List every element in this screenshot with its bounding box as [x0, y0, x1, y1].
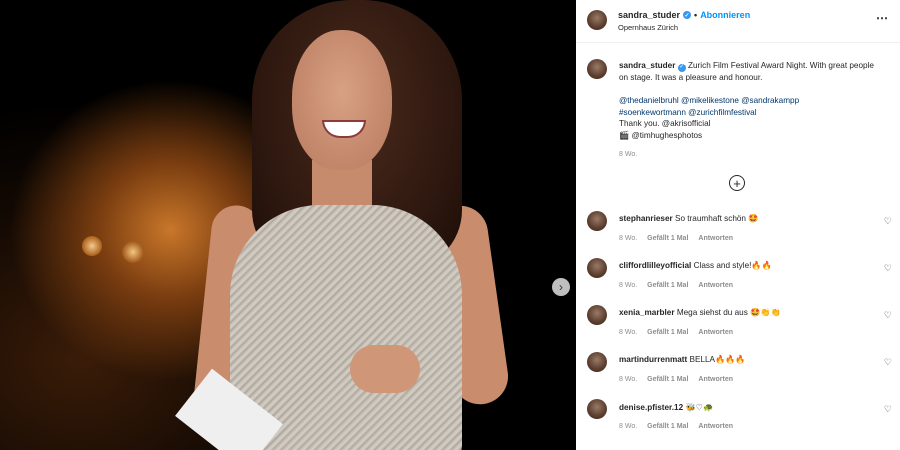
comment-text: BELLA🔥🔥🔥: [689, 355, 746, 364]
verified-badge-icon: ✓: [677, 63, 686, 72]
caption-photo-credit: 🎬 @timhughesphotos: [619, 130, 703, 140]
comment-time: 8 Wo.: [619, 329, 638, 336]
more-options-icon[interactable]: ⋯: [876, 11, 888, 25]
avatar[interactable]: [587, 258, 607, 278]
reply-button[interactable]: Antworten: [698, 235, 733, 242]
comment-likes[interactable]: Gefällt 1 Mal: [647, 423, 688, 430]
comment-text: So traumhaft schön 🤩: [674, 214, 759, 223]
comment-username[interactable]: denise.pfister.12: [619, 403, 683, 412]
verified-badge-icon: ✓: [683, 11, 692, 19]
comment-list: stephanrieser So traumhaft schön 🤩 8 Wo.…: [576, 202, 900, 437]
avatar[interactable]: [587, 305, 607, 325]
caption-username[interactable]: sandra_studer: [619, 61, 675, 70]
comment-item: stephanrieser So traumhaft schön 🤩 8 Wo.…: [576, 202, 900, 249]
post-timestamp[interactable]: 8 Wo.: [619, 151, 637, 158]
avatar[interactable]: [587, 59, 607, 79]
reply-button[interactable]: Antworten: [698, 376, 733, 383]
comment-username[interactable]: stephanrieser: [619, 214, 673, 223]
post-caption: sandra_studer ✓ Zurich Film Festival Awa…: [576, 43, 900, 169]
comment-text: Class and style!🔥🔥: [693, 261, 772, 270]
next-photo-button[interactable]: ›: [552, 278, 570, 296]
comment-item: denise.pfister.12 🐝♡🐢 8 Wo. Gefällt 1 Mal…: [576, 390, 900, 437]
avatar[interactable]: [587, 211, 607, 231]
comment-item: martindurrenmatt BELLA🔥🔥🔥 8 Wo. Gefällt 1…: [576, 343, 900, 390]
comment-likes[interactable]: Gefällt 1 Mal: [647, 235, 688, 242]
comment-username[interactable]: martindurrenmatt: [619, 355, 687, 364]
comment-time: 8 Wo.: [619, 376, 638, 383]
comment-time: 8 Wo.: [619, 282, 638, 289]
comment-item: xenia_marbler Mega siehst du aus 🤩👏👏 8 W…: [576, 296, 900, 343]
caption-text: sandra_studer ✓ Zurich Film Festival Awa…: [619, 60, 881, 141]
avatar[interactable]: [587, 352, 607, 372]
instagram-post: › sandra_studer ✓ • Abonnieren Opernhaus…: [0, 0, 900, 450]
post-header: sandra_studer ✓ • Abonnieren Opernhaus Z…: [576, 0, 900, 43]
load-more-comments-button[interactable]: +: [729, 175, 745, 191]
comment-username[interactable]: xenia_marbler: [619, 308, 675, 317]
heart-icon[interactable]: ♡: [884, 216, 892, 227]
comment-item: cliffordlilleyofficial Class and style!🔥…: [576, 249, 900, 296]
avatar[interactable]: [587, 10, 607, 30]
location-link[interactable]: Opernhaus Zürich: [618, 23, 678, 32]
presenter-face: [292, 30, 392, 170]
comment-text: 🐝♡🐢: [685, 403, 714, 412]
username-link[interactable]: sandra_studer: [618, 10, 680, 20]
follow-button[interactable]: Abonnieren: [700, 10, 750, 20]
caption-hashtags[interactable]: #soenkewortmann @zurichfilmfestival: [619, 108, 757, 117]
caption-thanks: Thank you. @akrisofficial: [619, 119, 711, 129]
bokeh-light: [122, 241, 144, 263]
comment-username[interactable]: cliffordlilleyofficial: [619, 261, 691, 270]
plus-circle-icon: +: [733, 175, 741, 191]
presenter-hand: [350, 345, 420, 393]
post-sidebar: sandra_studer ✓ • Abonnieren Opernhaus Z…: [576, 0, 900, 450]
caption-mentions[interactable]: @thedanielbruhl @mikelikestone @sandraka…: [619, 96, 799, 105]
reply-button[interactable]: Antworten: [698, 282, 733, 289]
separator-dot: •: [694, 10, 698, 20]
heart-icon[interactable]: ♡: [884, 310, 892, 321]
chevron-right-icon: ›: [559, 280, 563, 294]
comment-likes[interactable]: Gefällt 1 Mal: [647, 376, 688, 383]
comment-likes[interactable]: Gefällt 1 Mal: [647, 282, 688, 289]
heart-icon[interactable]: ♡: [884, 357, 892, 368]
bokeh-light: [82, 236, 102, 256]
header-user-row: sandra_studer ✓ • Abonnieren: [618, 10, 750, 20]
heart-icon[interactable]: ♡: [884, 263, 892, 274]
heart-icon[interactable]: ♡: [884, 404, 892, 415]
comment-likes[interactable]: Gefällt 1 Mal: [647, 329, 688, 336]
post-photo[interactable]: ›: [0, 0, 576, 450]
reply-button[interactable]: Antworten: [698, 423, 733, 430]
avatar[interactable]: [587, 399, 607, 419]
comment-time: 8 Wo.: [619, 423, 638, 430]
comment-time: 8 Wo.: [619, 235, 638, 242]
comment-text: Mega siehst du aus 🤩👏👏: [676, 308, 781, 317]
reply-button[interactable]: Antworten: [698, 329, 733, 336]
